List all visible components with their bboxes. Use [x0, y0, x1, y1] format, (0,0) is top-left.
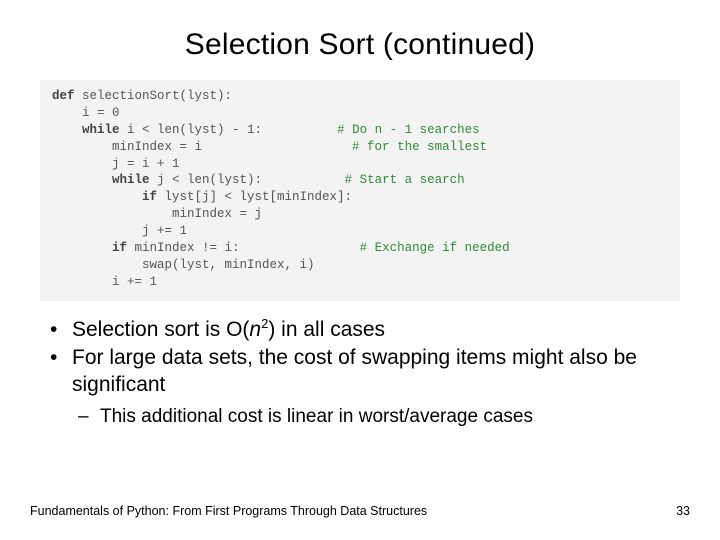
code-text: i += 1 — [52, 275, 157, 289]
code-text: j < len(lyst): — [150, 173, 263, 187]
keyword-while: while — [112, 173, 150, 187]
keyword-if: if — [112, 241, 127, 255]
sub-bullet-item: – This additional cost is linear in wors… — [78, 405, 676, 430]
code-line: i = 0 — [52, 105, 668, 122]
keyword-while: while — [82, 123, 120, 137]
sub-bullet-text: This additional cost is linear in worst/… — [100, 405, 676, 430]
code-text: minIndex = j — [52, 207, 262, 221]
code-text: j += 1 — [52, 224, 187, 238]
var-n: n — [249, 318, 261, 341]
code-text — [52, 123, 82, 137]
keyword-if: if — [142, 190, 157, 204]
code-comment: # Start a search — [262, 173, 465, 187]
bullet-item: • Selection sort is O(n2) in all cases — [44, 317, 676, 344]
code-line: j = i + 1 — [52, 156, 668, 173]
code-text — [52, 173, 112, 187]
footer: Fundamentals of Python: From First Progr… — [30, 504, 690, 518]
text-span: ) in all cases — [268, 318, 385, 341]
code-line: def selectionSort(lyst): — [52, 88, 668, 105]
code-text: minIndex != i: — [127, 241, 240, 255]
code-text — [52, 241, 112, 255]
code-text: i < len(lyst) - 1: — [120, 123, 263, 137]
footer-source: Fundamentals of Python: From First Progr… — [30, 504, 427, 518]
code-line: i += 1 — [52, 274, 668, 291]
code-comment: # Do n - 1 searches — [262, 123, 480, 137]
code-text: swap(lyst, minIndex, i) — [52, 258, 315, 272]
bullet-list: • Selection sort is O(n2) in all cases •… — [44, 317, 676, 430]
code-text: j = i + 1 — [52, 157, 180, 171]
page-number: 33 — [676, 504, 690, 518]
code-text: minIndex = i — [52, 140, 202, 154]
code-line: while j < len(lyst): # Start a search — [52, 172, 668, 189]
bullet-item: • For large data sets, the cost of swapp… — [44, 345, 676, 399]
code-line: minIndex = i # for the smallest — [52, 139, 668, 156]
code-text: lyst[j] < lyst[minIndex]: — [157, 190, 352, 204]
slide-title: Selection Sort (continued) — [30, 28, 690, 62]
code-line: while i < len(lyst) - 1: # Do n - 1 sear… — [52, 122, 668, 139]
keyword-def: def — [52, 89, 75, 103]
code-line: if minIndex != i: # Exchange if needed — [52, 240, 668, 257]
code-line: swap(lyst, minIndex, i) — [52, 257, 668, 274]
code-line: j += 1 — [52, 223, 668, 240]
code-comment: # Exchange if needed — [240, 241, 510, 255]
bullet-text: For large data sets, the cost of swappin… — [72, 345, 676, 399]
slide: Selection Sort (continued) def selection… — [0, 0, 720, 540]
bullet-text: Selection sort is O(n2) in all cases — [72, 317, 676, 344]
code-text: selectionSort(lyst): — [75, 89, 233, 103]
code-comment: # for the smallest — [202, 140, 487, 154]
bullet-marker: • — [44, 345, 72, 399]
code-line: minIndex = j — [52, 206, 668, 223]
text-span: Selection sort is O( — [72, 318, 249, 341]
code-text: i = 0 — [52, 106, 120, 120]
code-block: def selectionSort(lyst): i = 0 while i <… — [40, 80, 680, 301]
code-text — [52, 190, 142, 204]
code-line: if lyst[j] < lyst[minIndex]: — [52, 189, 668, 206]
bullet-marker: • — [44, 317, 72, 344]
sub-bullet-marker: – — [78, 405, 100, 430]
